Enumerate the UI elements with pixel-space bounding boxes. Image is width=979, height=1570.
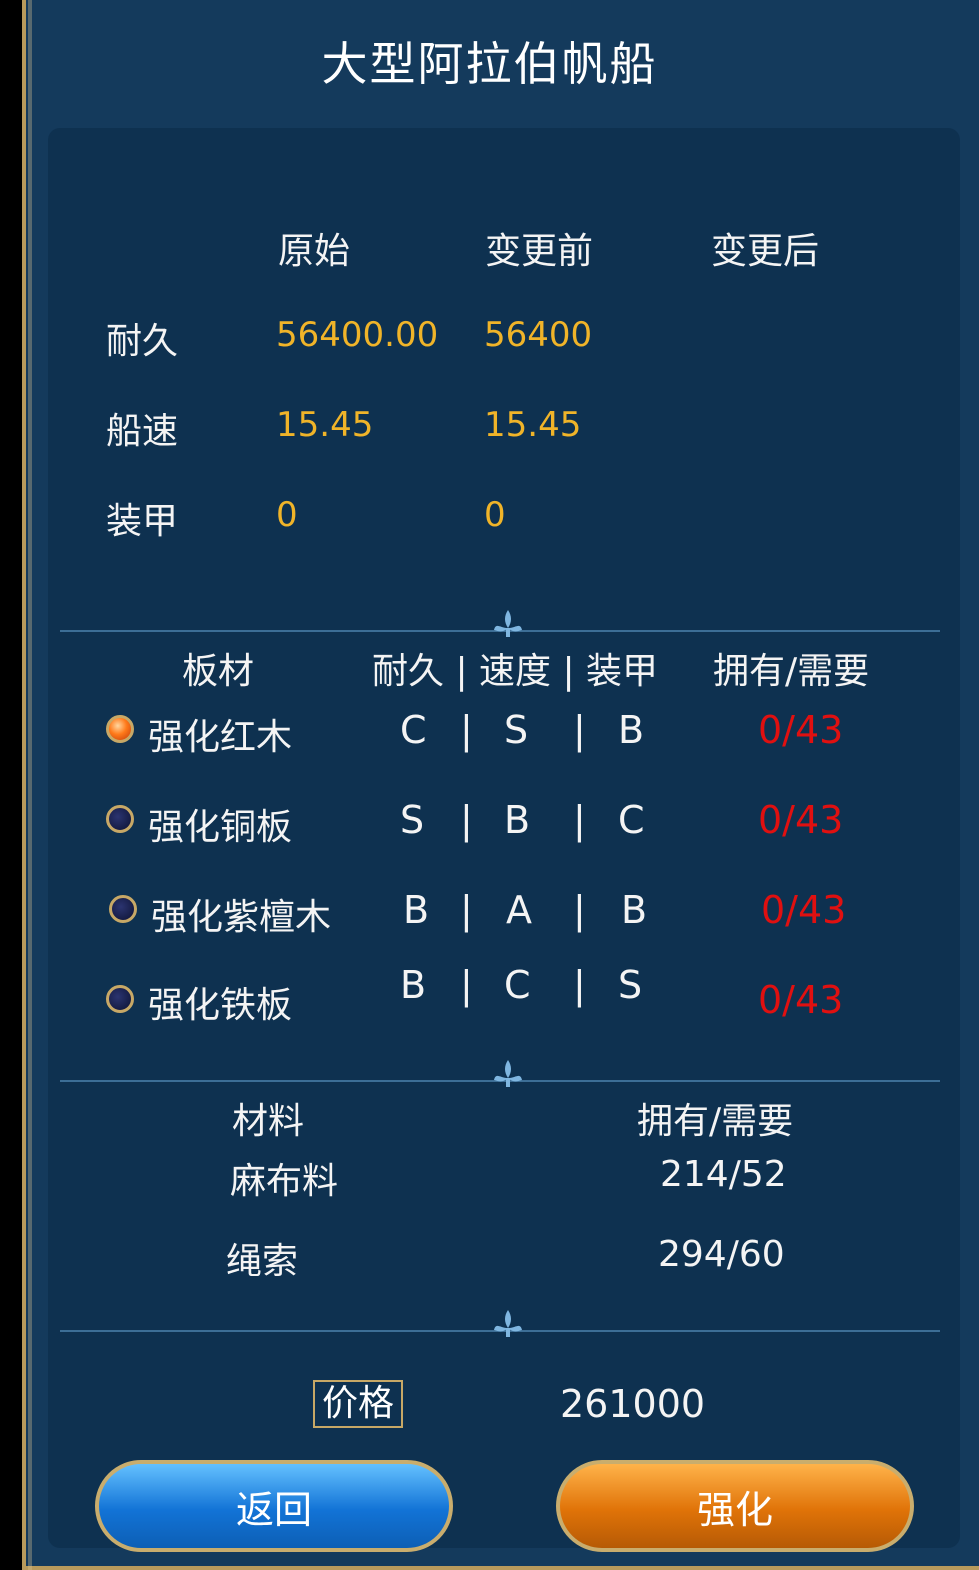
fleur-ornament-icon bbox=[494, 1310, 522, 1337]
board-own-rosewood: 0/43 bbox=[761, 888, 847, 932]
board-name-iron[interactable]: 强化铁板 bbox=[148, 976, 292, 1028]
board-sep: | bbox=[573, 708, 586, 752]
board-radio-rosewood[interactable] bbox=[109, 895, 137, 923]
material-name-rope: 绳索 bbox=[226, 1241, 299, 1282]
board-own-copper: 0/43 bbox=[758, 798, 844, 842]
materials-header-own: 拥有/需要 bbox=[637, 1101, 794, 1142]
fleur-ornament-icon bbox=[494, 610, 522, 637]
material-name-linen: 麻布料 bbox=[230, 1161, 339, 1202]
fleur-ornament-icon bbox=[494, 1060, 522, 1087]
stat-label-armor: 装甲 bbox=[106, 501, 179, 542]
board-grade-armor: B bbox=[618, 708, 645, 752]
board-sep: | bbox=[460, 708, 473, 752]
upgrade-button[interactable]: 强化 bbox=[556, 1460, 914, 1552]
header-after: 变更后 bbox=[711, 231, 820, 272]
board-grade-armor: C bbox=[618, 798, 645, 842]
board-sep: | bbox=[460, 888, 473, 932]
board-sep: | bbox=[573, 798, 586, 842]
board-sep: | bbox=[460, 798, 473, 842]
dialog-title: 大型阿拉伯帆船 bbox=[321, 37, 658, 91]
material-own-linen: 214/52 bbox=[660, 1154, 787, 1195]
materials-header-material: 材料 bbox=[232, 1101, 305, 1142]
stat-speed-original: 15.45 bbox=[276, 405, 374, 445]
board-grade-speed: S bbox=[504, 708, 529, 752]
stat-armor-original: 0 bbox=[276, 495, 298, 535]
board-name-copper[interactable]: 强化铜板 bbox=[148, 798, 292, 850]
material-own-rope: 294/60 bbox=[658, 1234, 785, 1275]
board-own-mahogany: 0/43 bbox=[758, 708, 844, 752]
board-sep: | bbox=[460, 963, 473, 1007]
boards-header-attrs: 耐久 | 速度 | 装甲 bbox=[372, 651, 659, 692]
board-radio-iron[interactable] bbox=[106, 985, 134, 1013]
stat-durability-before: 56400 bbox=[484, 315, 593, 355]
board-grade-speed: A bbox=[506, 888, 532, 932]
stat-durability-original: 56400.00 bbox=[276, 315, 439, 355]
stat-speed-before: 15.45 bbox=[484, 405, 582, 445]
boards-header-material: 板材 bbox=[182, 651, 255, 692]
stat-label-durability: 耐久 bbox=[106, 321, 179, 362]
board-grade-armor: S bbox=[618, 963, 643, 1007]
back-button[interactable]: 返回 bbox=[95, 1460, 453, 1552]
price-value: 261000 bbox=[560, 1382, 706, 1426]
board-grade-dur: S bbox=[400, 798, 425, 842]
price-label: 价格 bbox=[313, 1380, 403, 1428]
boards-header-own: 拥有/需要 bbox=[713, 651, 870, 692]
board-sep: | bbox=[573, 963, 586, 1007]
board-radio-copper[interactable] bbox=[106, 805, 134, 833]
stat-armor-before: 0 bbox=[484, 495, 506, 535]
header-original: 原始 bbox=[278, 231, 351, 272]
board-name-rosewood[interactable]: 强化紫檀木 bbox=[151, 888, 331, 940]
board-grade-speed: C bbox=[504, 963, 531, 1007]
board-grade-dur: B bbox=[403, 888, 430, 932]
board-sep: | bbox=[573, 888, 586, 932]
board-grade-armor: B bbox=[621, 888, 648, 932]
board-own-iron: 0/43 bbox=[758, 978, 844, 1022]
frame-edge bbox=[28, 0, 32, 1570]
board-name-mahogany[interactable]: 强化红木 bbox=[148, 708, 292, 760]
board-radio-mahogany[interactable] bbox=[106, 715, 134, 743]
board-grade-dur: B bbox=[400, 963, 427, 1007]
stat-label-speed: 船速 bbox=[106, 411, 179, 452]
board-grade-speed: B bbox=[504, 798, 531, 842]
header-before: 变更前 bbox=[485, 231, 594, 272]
board-grade-dur: C bbox=[400, 708, 427, 752]
